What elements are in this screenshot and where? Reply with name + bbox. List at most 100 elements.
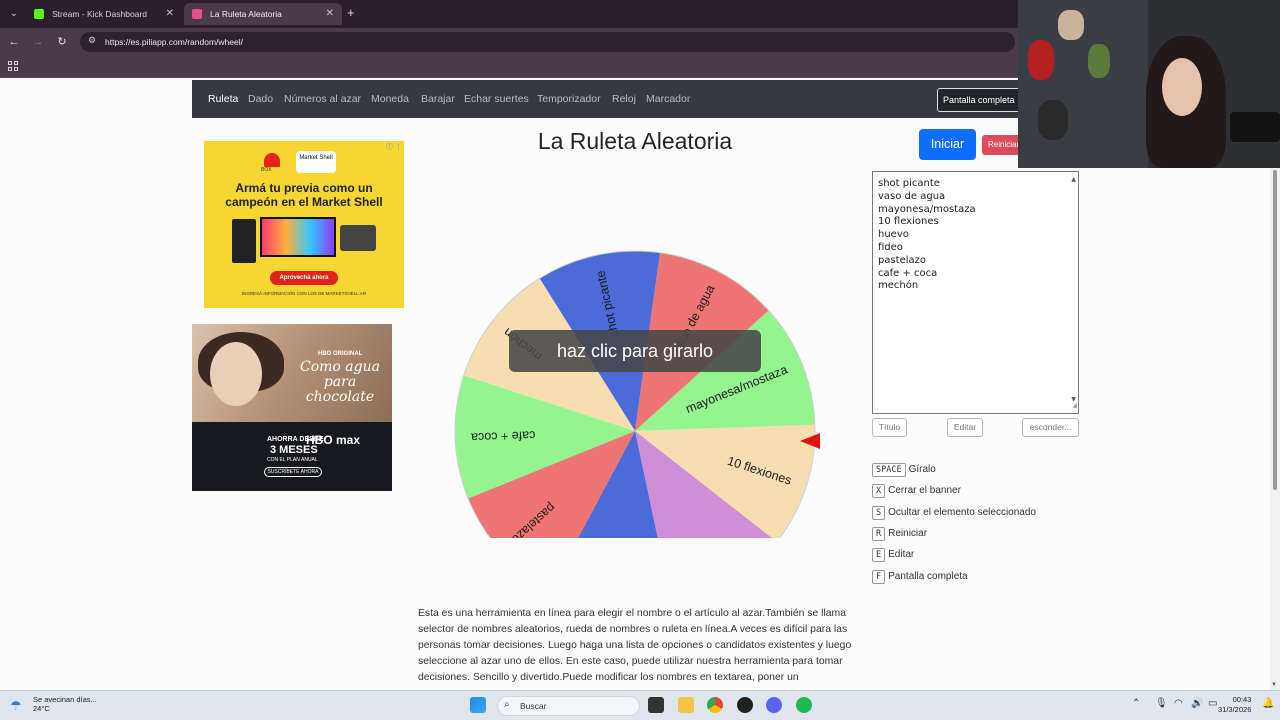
shortcut-label: Pantalla completa: [888, 571, 968, 582]
new-tab-icon[interactable]: +: [347, 5, 355, 20]
reload-icon[interactable]: ↻: [54, 34, 70, 50]
grill-image: [340, 225, 376, 251]
tray-chevron-icon[interactable]: ⌃: [1132, 698, 1140, 709]
search-icon: ⌕: [504, 699, 510, 710]
figurine: [1088, 44, 1110, 78]
wheel-segment-label: cafe + coca: [471, 428, 536, 444]
tv-image: [260, 217, 336, 257]
notifications-icon[interactable]: 🔔: [1262, 698, 1274, 709]
nav-barajar[interactable]: Barajar: [421, 80, 455, 118]
figurine: [1038, 100, 1068, 140]
nav-echar-suertes[interactable]: Echar suertes: [464, 80, 529, 118]
apps-grid-icon[interactable]: [8, 61, 18, 71]
tab-close-icon[interactable]: ✕: [326, 3, 334, 25]
hbo-max-ad[interactable]: ⓘ ✕ HBO ORIGINAL Como agua para chocolat…: [192, 324, 392, 491]
name-entry: mayonesa/mostaza: [878, 203, 976, 215]
windows-start-icon[interactable]: [470, 697, 486, 713]
name-entry: shot picante: [878, 178, 940, 189]
tab-ruleta[interactable]: La Ruleta Aleatoria ✕: [184, 3, 342, 25]
figurine: [1028, 40, 1054, 80]
taskbar-search[interactable]: ⌕ Buscar: [497, 696, 640, 716]
shortcut-key: X: [872, 484, 886, 498]
tab-kick-dashboard[interactable]: Stream - Kick Dashboard ✕: [26, 3, 182, 25]
box-label: BOX: [261, 167, 272, 173]
shortcut-label: Reiniciar: [888, 528, 928, 539]
weather-widget[interactable]: Se avecinan días... 24°C: [33, 695, 97, 713]
back-arrow-icon[interactable]: ←: [6, 34, 22, 50]
url-field[interactable]: ⚙ https://es.piliapp.com/random/wheel/: [80, 32, 1015, 52]
tab-title: Stream - Kick Dashboard: [52, 9, 147, 19]
shortcut-label: Editar: [888, 549, 915, 560]
shortcut-key: R: [872, 527, 886, 541]
offer-line-3: CON EL PLAN ANUAL: [267, 457, 318, 463]
market-shell-badge: Market Shell: [296, 151, 336, 173]
scrollbar-thumb[interactable]: [1273, 170, 1277, 490]
ad-cta-button[interactable]: Aprovechá ahora: [270, 271, 338, 285]
system-clock[interactable]: 00:43 31/3/2026: [1218, 695, 1251, 715]
names-textarea[interactable]: shot picante vaso de agua mayonesa/mostaza…: [872, 171, 1079, 414]
ad-headline: Armá tu previa como un campeón en el Mar…: [225, 181, 383, 209]
task-view-icon[interactable]: [648, 697, 664, 713]
page-title: La Ruleta Aleatoria: [537, 128, 733, 154]
tab-close-icon[interactable]: ✕: [166, 3, 174, 25]
wheel-segments[interactable]: shot picante vaso de aguamayonesa/mostaza…: [454, 250, 816, 538]
name-entry: fideo: [878, 241, 903, 253]
file-explorer-icon[interactable]: [678, 697, 694, 713]
name-entry: mechón: [878, 280, 919, 292]
figurine: [1058, 10, 1084, 40]
name-entry: vaso de agua: [878, 190, 946, 202]
volume-icon[interactable]: 🔊: [1191, 698, 1203, 709]
weather-icon[interactable]: ☂: [10, 698, 22, 714]
wifi-icon[interactable]: ◠: [1174, 698, 1183, 709]
fullscreen-button[interactable]: Pantalla completa: [937, 88, 1021, 112]
webcam-overlay: [1018, 0, 1280, 168]
shortcut-key: E: [872, 548, 886, 562]
nav-moneda[interactable]: Moneda: [371, 80, 409, 118]
shortcut-key: SPACE: [872, 463, 906, 477]
chrome-icon[interactable]: [707, 697, 723, 713]
page-scrollbar[interactable]: ▲ ▼: [1270, 78, 1280, 690]
nav-reloj[interactable]: Reloj: [612, 80, 636, 118]
title-button[interactable]: Título: [872, 418, 907, 437]
spotify-icon[interactable]: [796, 697, 812, 713]
shortcut-e: E Editar: [872, 548, 914, 562]
nav-marcador[interactable]: Marcador: [646, 80, 690, 118]
page-content: Ruleta Dado Números al azar Moneda Baraj…: [0, 78, 1270, 690]
tab-search-icon[interactable]: ⌄: [6, 6, 22, 22]
ad-show-title: Como agua para chocolate: [300, 359, 380, 405]
name-entry: 10 flexiones: [878, 216, 939, 228]
hide-button[interactable]: esconder...: [1022, 418, 1079, 437]
shortcut-label: Ocultar el elemento seleccionado: [888, 507, 1036, 518]
windows-taskbar: ☂ Se avecinan días... 24°C ⌕ Buscar ⌃ 🎙 …: [0, 690, 1280, 720]
scroll-up-icon[interactable]: ▲: [1071, 174, 1076, 187]
start-button[interactable]: Iniciar: [919, 129, 976, 160]
battery-icon[interactable]: ▭: [1208, 698, 1217, 709]
spin-banner[interactable]: haz clic para girarlo: [509, 330, 761, 372]
discord-icon[interactable]: [766, 697, 782, 713]
url-text: https://es.piliapp.com/random/wheel/: [105, 37, 243, 47]
search-placeholder: Buscar: [520, 701, 547, 711]
shortcut-space: SPACE Gíralo: [872, 463, 936, 477]
microphone-icon[interactable]: 🎙: [1155, 698, 1168, 709]
streamer-face: [1162, 58, 1202, 116]
names-list: shot picante vaso de agua mayonesa/mostaza…: [878, 178, 1073, 293]
nav-dado[interactable]: Dado: [248, 80, 273, 118]
shortcut-key: S: [872, 506, 886, 520]
nav-ruleta[interactable]: Ruleta: [208, 80, 238, 118]
scroll-down-icon[interactable]: ▼: [1271, 682, 1277, 688]
forward-arrow-icon[interactable]: →: [30, 34, 46, 50]
weather-line-1: Se avecinan días...: [33, 695, 97, 704]
weather-line-2: 24°C: [33, 704, 50, 713]
resize-grip-icon[interactable]: ◢: [1072, 400, 1077, 413]
ad-choices-icon[interactable]: ⓘ ⋮: [386, 142, 402, 152]
nav-numeros[interactable]: Números al azar: [284, 80, 361, 118]
subscribe-button[interactable]: SUSCRÍBETE AHORA: [264, 467, 322, 477]
speaker-image: [232, 219, 256, 263]
market-shell-ad[interactable]: ⓘ ⋮ BOX Market Shell Armá tu previa como…: [204, 141, 404, 308]
nav-temporizador[interactable]: Temporizador: [537, 80, 601, 118]
obs-icon[interactable]: [737, 697, 753, 713]
shortcut-s: S Ocultar el elemento seleccionado: [872, 506, 1036, 520]
edit-button[interactable]: Editar: [947, 418, 983, 437]
site-info-icon[interactable]: ⚙: [88, 35, 96, 46]
ad-choices-icon[interactable]: ⓘ ✕: [375, 325, 390, 335]
